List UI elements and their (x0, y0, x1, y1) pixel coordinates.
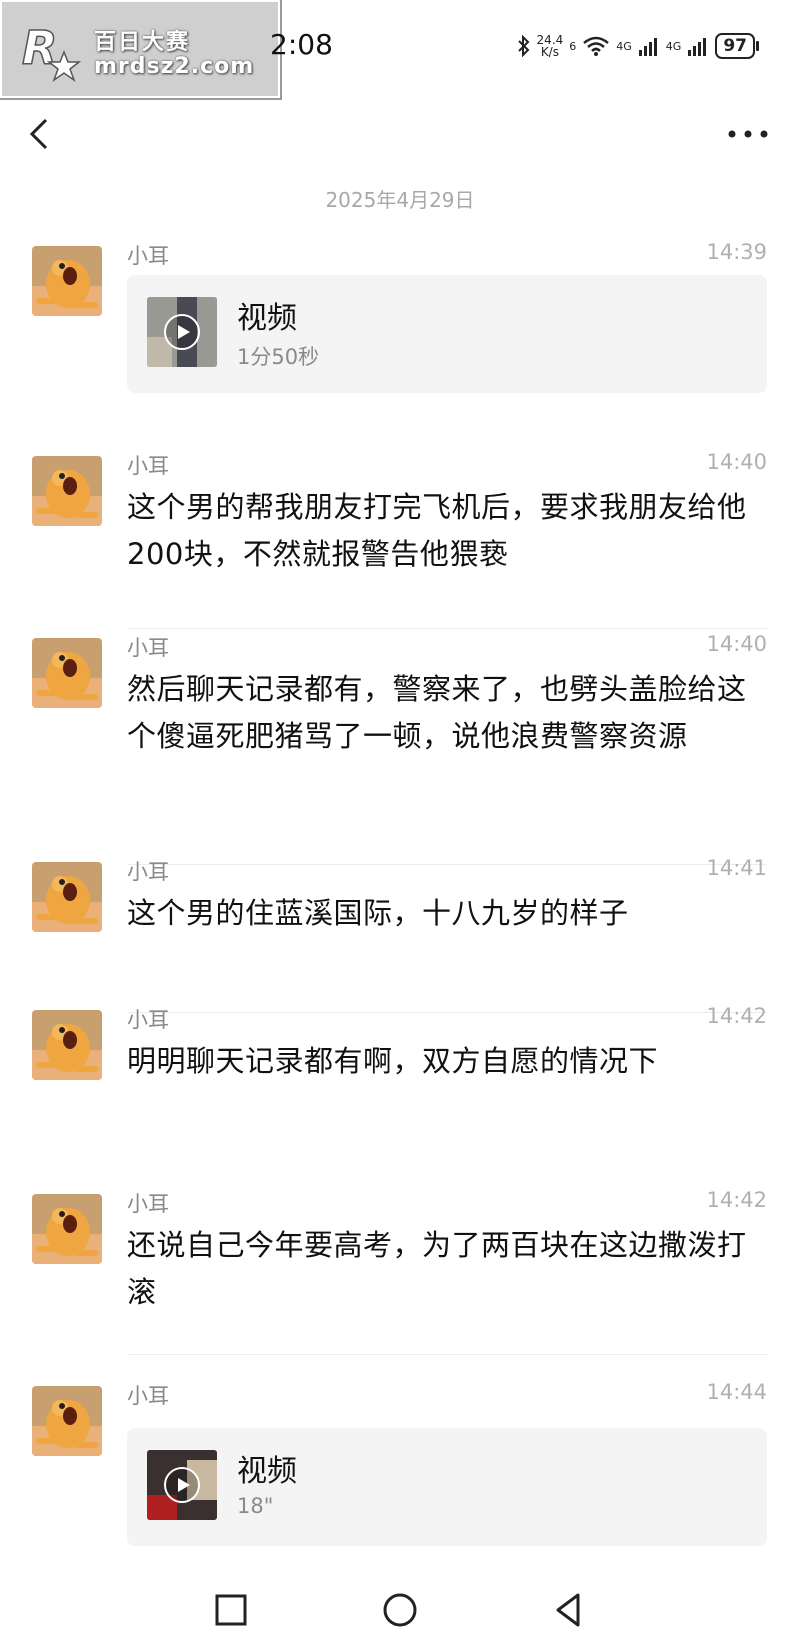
message-text: 还说自己今年要高考，为了两百块在这边撒泼打滚 (127, 1228, 747, 1309)
avatar-image (32, 1194, 102, 1264)
video-thumbnail (147, 1450, 217, 1520)
bluetooth-icon (517, 35, 529, 57)
avatar[interactable] (32, 246, 102, 316)
message-divider (127, 864, 767, 865)
avatar[interactable] (32, 862, 102, 932)
system-back-button[interactable] (544, 1585, 594, 1635)
message-text: 这个男的帮我朋友打完飞机后，要求我朋友给他200块，不然就报警告他猥亵 (127, 490, 747, 571)
network-speed: 24.4 K/s (537, 34, 564, 58)
signal-icon (688, 38, 707, 56)
chat-header (0, 100, 800, 172)
video-title: 视频 (237, 301, 297, 336)
wifi-label: 6 (569, 39, 577, 53)
sim1-network-label: 4G (616, 39, 632, 53)
date-separator: 2025年4月29日 (325, 188, 475, 212)
avatar-image (32, 862, 102, 932)
avatar-image (32, 1010, 102, 1080)
triangle-back-icon (556, 1593, 580, 1627)
play-icon (164, 1467, 200, 1503)
sim2-network-label: 4G (665, 39, 682, 53)
message-divider (127, 628, 767, 629)
message-divider (127, 1354, 767, 1355)
message-time: 14:44 (706, 1380, 767, 1404)
status-bar: R 百日大赛 mrdsz2.com 2:08 24.4 K/s 6 4G 4G (0, 0, 800, 100)
home-button[interactable] (375, 1585, 425, 1635)
watermark: R 百日大赛 mrdsz2.com (0, 0, 282, 100)
watermark-url: mrdsz2.com (94, 54, 255, 79)
recent-apps-button[interactable] (206, 1585, 256, 1635)
message-time: 14:42 (706, 1188, 767, 1212)
avatar-image (32, 456, 102, 526)
avatar[interactable] (32, 638, 102, 708)
message-time: 14:41 (706, 856, 767, 880)
message-time: 14:42 (706, 1004, 767, 1028)
play-icon (164, 314, 200, 350)
sender-name: 小耳 (127, 244, 169, 268)
status-time: 2:08 (270, 28, 333, 61)
svg-text:R: R (22, 21, 57, 75)
battery-indicator: 97 (715, 33, 759, 59)
message-time: 14:40 (706, 632, 767, 656)
avatar[interactable] (32, 1194, 102, 1264)
sender-name: 小耳 (127, 1192, 169, 1216)
more-horizontal-icon (728, 130, 768, 138)
avatar-image (32, 246, 102, 316)
avatar[interactable] (32, 1010, 102, 1080)
back-button[interactable] (24, 112, 64, 156)
video-message-card[interactable]: 视频 18" (127, 1428, 767, 1546)
message-divider (127, 1012, 767, 1013)
status-icons: 24.4 K/s 6 4G 4G 97 (517, 28, 759, 64)
message-text: 然后聊天记录都有，警察来了，也劈头盖脸给这个傻逼死肥猪骂了一顿，说他浪费警察资源 (127, 672, 747, 753)
sender-name: 小耳 (127, 860, 169, 884)
message-time: 14:39 (706, 240, 767, 264)
network-speed-unit: K/s (540, 45, 559, 59)
avatar[interactable] (32, 456, 102, 526)
message-text: 明明聊天记录都有啊，双方自愿的情况下 (127, 1044, 659, 1078)
sender-name: 小耳 (127, 1384, 169, 1408)
watermark-title: 百日大赛 (94, 30, 191, 55)
message-text: 这个男的住蓝溪国际，十八九岁的样子 (127, 896, 629, 930)
avatar-image (32, 638, 102, 708)
message-time: 14:40 (706, 450, 767, 474)
more-button[interactable] (724, 112, 772, 156)
signal-icon (638, 38, 657, 56)
watermark-logo: R (21, 20, 82, 82)
avatar-image (32, 1386, 102, 1456)
sender-name: 小耳 (127, 636, 169, 660)
system-navigation-bar (0, 1575, 800, 1649)
sender-name: 小耳 (127, 454, 169, 478)
video-duration: 18" (237, 1494, 274, 1518)
square-icon (215, 1594, 247, 1626)
chevron-left-icon (29, 118, 48, 150)
video-message-card[interactable]: 视频 1分50秒 (127, 275, 767, 393)
video-title: 视频 (237, 1454, 297, 1489)
video-duration: 1分50秒 (237, 345, 320, 369)
video-thumbnail (147, 297, 217, 367)
avatar[interactable] (32, 1386, 102, 1456)
sender-name: 小耳 (127, 1008, 169, 1032)
wifi-icon (583, 36, 610, 56)
circle-icon (383, 1593, 417, 1627)
